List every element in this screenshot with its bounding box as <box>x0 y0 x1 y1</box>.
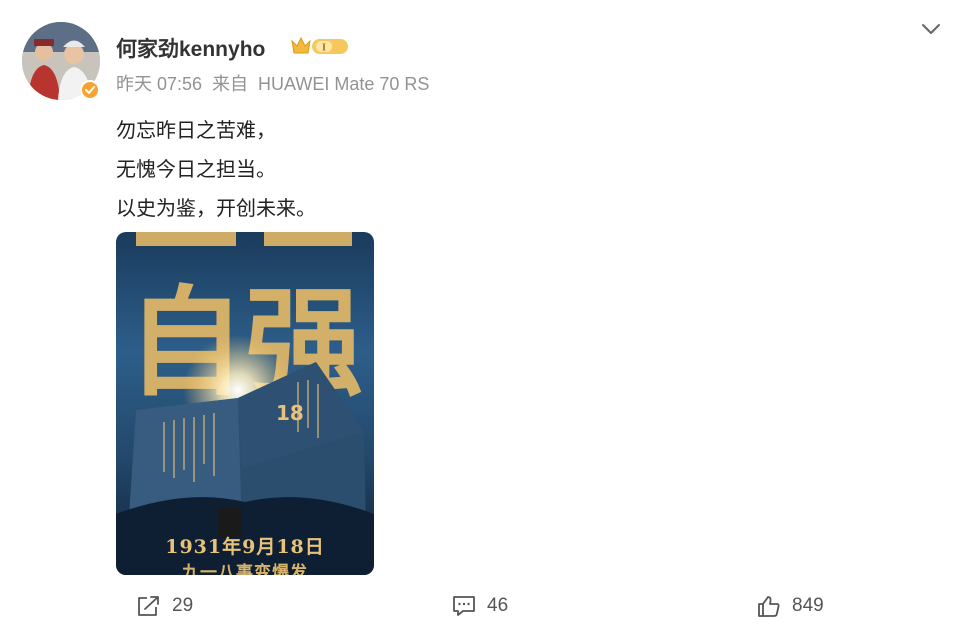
comment-count: 46 <box>487 595 509 616</box>
level-badge-text: I <box>322 42 326 54</box>
thumbs-up-icon <box>758 596 780 617</box>
comment-button[interactable]: 46 <box>451 593 508 619</box>
crown-badge-icon: I <box>291 36 348 54</box>
verified-check-icon <box>85 86 95 94</box>
share-icon <box>138 596 159 616</box>
post-source: HUAWEI Mate 70 RS <box>258 74 430 94</box>
post-meta: 昨天 07:56 来自 HUAWEI Mate 70 RS <box>116 70 439 96</box>
chevron-down-icon[interactable] <box>920 22 942 36</box>
poster-caption-event: 九一八事变爆发 <box>182 563 308 575</box>
author-name[interactable]: 何家劲kennyho <box>116 33 265 63</box>
monument-number: 18 <box>276 401 304 425</box>
memorial-poster-graphic: 自强 18 <box>116 232 374 575</box>
post-time[interactable]: 昨天 07:56 <box>116 74 202 94</box>
weibo-post-card: 何家劲kennyho I 昨天 07:56 来自 HUAWEI Mate 70 RS… <box>0 0 960 635</box>
membership-level-badge[interactable]: I <box>290 35 352 57</box>
post-line: 以史为鉴，开创未来。 <box>116 198 316 220</box>
verified-badge <box>80 80 100 100</box>
post-body: 勿忘昨日之苦难， 无愧今日之担当。 以史为鉴，开创未来。 <box>116 112 316 229</box>
like-count: 849 <box>792 595 824 616</box>
share-button[interactable]: 29 <box>136 593 193 619</box>
share-count: 29 <box>172 595 194 616</box>
poster-caption-date: 1931年9月18日 <box>165 536 325 558</box>
source-prefix: 来自 <box>212 74 249 94</box>
post-line: 勿忘昨日之苦难， <box>116 120 276 142</box>
post-line: 无愧今日之担当。 <box>116 159 276 181</box>
post-image[interactable]: 自强 18 1931年9月18日 九一八事变爆发 <box>116 232 374 575</box>
comment-icon <box>453 596 475 616</box>
like-button[interactable]: 849 <box>756 593 824 619</box>
